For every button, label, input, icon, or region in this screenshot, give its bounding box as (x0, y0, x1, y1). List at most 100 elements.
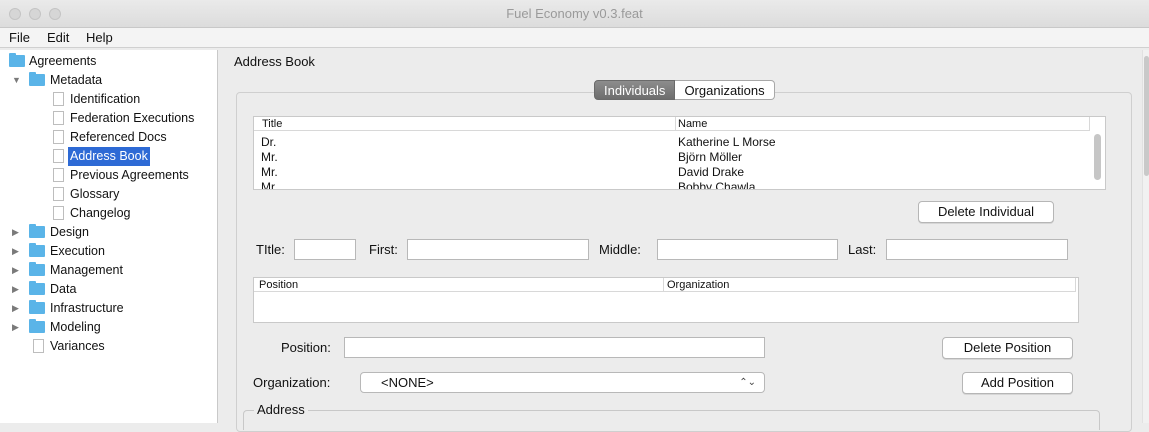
middle-name-field[interactable] (657, 239, 838, 260)
tree-item-infrastructure[interactable]: ▶ Infrastructure (0, 299, 216, 318)
menu-file[interactable]: File (9, 30, 30, 45)
document-icon (53, 206, 64, 220)
window-title: Fuel Economy v0.3.feat (506, 6, 643, 21)
collapsed-arrow-icon[interactable]: ▶ (12, 242, 19, 261)
tree-item-design[interactable]: ▶ Design (0, 223, 216, 242)
column-header-position[interactable]: Position (254, 278, 664, 292)
menu-bar: File Edit Help (0, 28, 1149, 48)
tree-item-referenced-docs[interactable]: Referenced Docs (0, 128, 216, 147)
last-label: Last: (848, 242, 877, 257)
tree-item-label: Referenced Docs (70, 130, 167, 144)
positions-table: Position Organization (253, 277, 1079, 323)
main-scroll-thumb[interactable] (1144, 56, 1149, 176)
folder-icon (29, 300, 45, 314)
document-icon (33, 339, 44, 353)
tree-item-label: Variances (50, 339, 105, 353)
delete-individual-button[interactable]: Delete Individual (918, 201, 1054, 223)
address-legend: Address (254, 402, 308, 417)
organization-selected-value: <NONE> (381, 375, 434, 390)
tree-item-label: Previous Agreements (70, 168, 189, 182)
tree-item-label: Design (50, 225, 89, 239)
first-name-field[interactable] (407, 239, 589, 260)
table-cell-name[interactable]: Björn Möller (678, 150, 742, 164)
folder-icon (29, 262, 45, 276)
folder-icon (29, 319, 45, 333)
tree-item-modeling[interactable]: ▶ Modeling (0, 318, 216, 337)
organization-select[interactable]: <NONE> ⌃⌄ (360, 372, 765, 393)
table-cell-title[interactable]: Dr. (261, 135, 276, 149)
tab-individuals[interactable]: Individuals (594, 80, 676, 100)
main-scrollbar[interactable] (1142, 50, 1149, 423)
collapsed-arrow-icon[interactable]: ▶ (12, 299, 19, 318)
folder-icon (29, 224, 45, 238)
table-scroll-thumb[interactable] (1094, 134, 1101, 180)
tree-item-label: Identification (70, 92, 141, 106)
title-label: TItle: (256, 242, 285, 257)
add-position-button[interactable]: Add Position (962, 372, 1073, 394)
tree-item-variances[interactable]: Variances (0, 337, 216, 356)
tree-item-data[interactable]: ▶ Data (0, 280, 216, 299)
document-icon (53, 168, 64, 182)
tree-item-label: Management (50, 263, 123, 277)
navigation-tree: Agreements ▼ Metadata Identification Fed… (0, 50, 218, 423)
column-header-organization[interactable]: Organization (664, 278, 1076, 292)
column-header-title[interactable]: Title (254, 117, 676, 131)
middle-label: Middle: (599, 242, 641, 257)
section-title: Address Book (234, 54, 315, 69)
tree-item-label: Modeling (50, 320, 101, 334)
table-cell-title[interactable]: Mr. (261, 180, 278, 189)
collapsed-arrow-icon[interactable]: ▶ (12, 223, 19, 242)
folder-icon (29, 72, 45, 86)
tree-item-address-book[interactable]: Address Book (0, 147, 216, 166)
table-cell-name[interactable]: Bobby Chawla (678, 180, 755, 189)
table-cell-title[interactable]: Mr. (261, 165, 278, 179)
tree-item-label: Agreements (29, 54, 97, 68)
tree-item-glossary[interactable]: Glossary (0, 185, 216, 204)
position-field[interactable] (344, 337, 765, 358)
tree-item-changelog[interactable]: Changelog (0, 204, 216, 223)
tree-item-management[interactable]: ▶ Management (0, 261, 216, 280)
document-icon (53, 111, 64, 125)
folder-icon (29, 281, 45, 295)
document-icon (53, 187, 64, 201)
expanded-arrow-icon[interactable]: ▼ (12, 71, 21, 90)
tree-item-label: Changelog (70, 206, 131, 220)
tree-item-label: Infrastructure (50, 301, 124, 315)
tree-item-previous-agreements[interactable]: Previous Agreements (0, 166, 216, 185)
menu-edit[interactable]: Edit (47, 30, 69, 45)
folder-icon (29, 243, 45, 257)
first-label: First: (369, 242, 398, 257)
tree-item-identification[interactable]: Identification (0, 90, 216, 109)
address-group: Address (243, 402, 1100, 430)
table-cell-name[interactable]: David Drake (678, 165, 744, 179)
tree-item-label: Execution (50, 244, 105, 258)
last-name-field[interactable] (886, 239, 1068, 260)
document-icon (53, 149, 64, 163)
folder-icon (9, 53, 25, 67)
delete-position-button[interactable]: Delete Position (942, 337, 1073, 359)
title-field[interactable] (294, 239, 356, 260)
table-cell-name[interactable]: Katherine L Morse (678, 135, 776, 149)
window-titlebar: Fuel Economy v0.3.feat (0, 0, 1149, 28)
tree-item-agreements[interactable]: Agreements (0, 52, 216, 71)
column-header-name[interactable]: Name (676, 117, 1090, 131)
tree-item-metadata[interactable]: ▼ Metadata (0, 71, 216, 90)
document-icon (53, 130, 64, 144)
document-icon (53, 92, 64, 106)
position-label: Position: (281, 340, 331, 355)
table-cell-title[interactable]: Mr. (261, 150, 278, 164)
collapsed-arrow-icon[interactable]: ▶ (12, 280, 19, 299)
tree-item-label: Data (50, 282, 77, 296)
collapsed-arrow-icon[interactable]: ▶ (12, 318, 19, 337)
tree-item-label: Address Book (68, 147, 150, 166)
address-book-panel: Address Book (224, 50, 1142, 432)
collapsed-arrow-icon[interactable]: ▶ (12, 261, 19, 280)
tree-item-federation-executions[interactable]: Federation Executions (0, 109, 216, 128)
menu-help[interactable]: Help (86, 30, 113, 45)
organization-label: Organization: (253, 375, 331, 390)
address-book-tabs: Individuals Organizations (594, 80, 775, 100)
tree-item-execution[interactable]: ▶ Execution (0, 242, 216, 261)
individuals-table: Title Name Dr. Katherine L Morse Mr. Bjö… (253, 116, 1106, 190)
up-down-chevron-icon: ⌃⌄ (739, 377, 756, 388)
tab-organizations[interactable]: Organizations (675, 80, 775, 100)
